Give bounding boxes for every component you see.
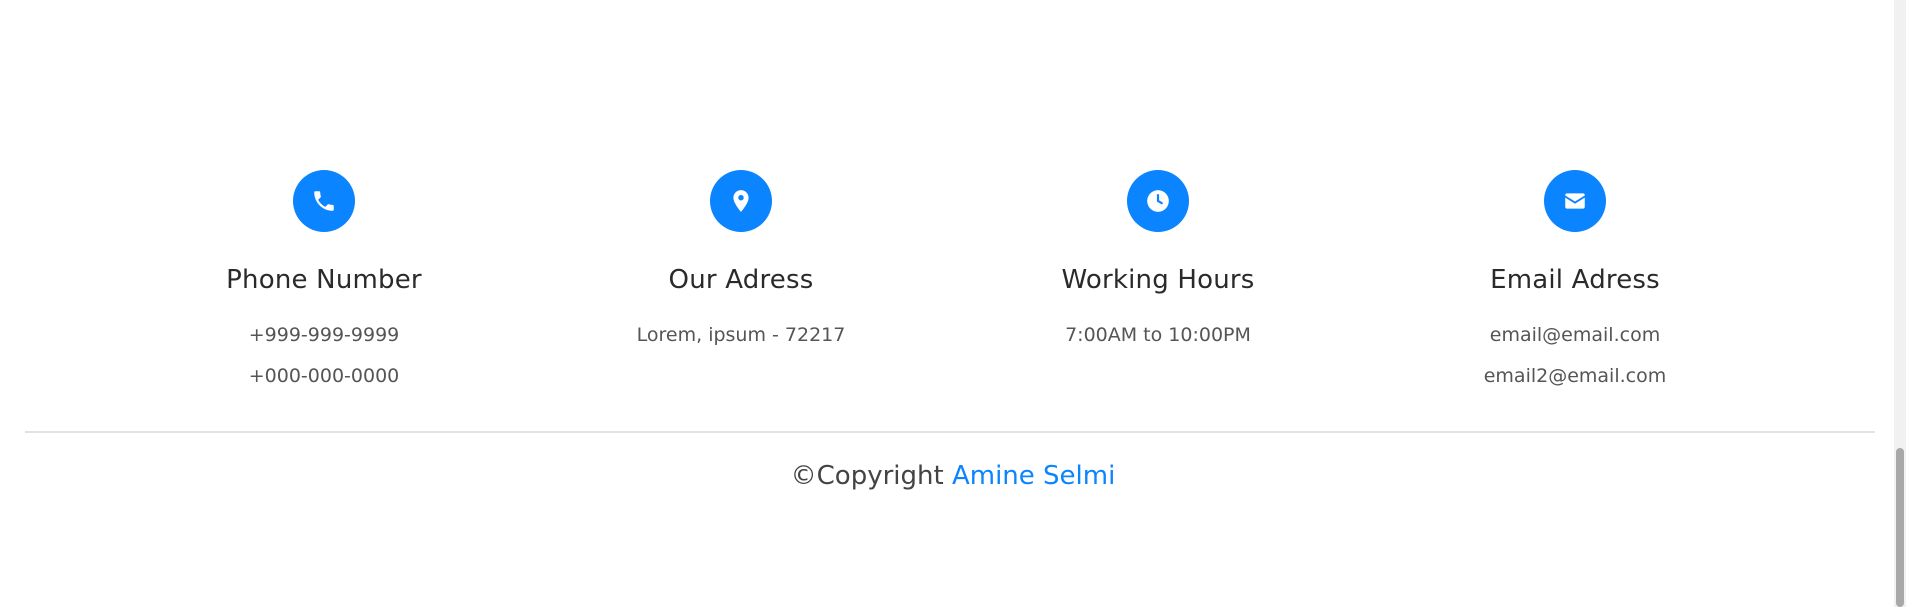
page: Phone Number +999-999-9999 +000-000-0000…: [0, 0, 1906, 607]
working-hours-line: 7:00AM to 10:00PM: [1065, 324, 1251, 346]
email-primary[interactable]: email@email.com: [1405, 315, 1745, 356]
footer-divider: [25, 431, 1875, 433]
address-line: Lorem, ipsum - 72217: [636, 324, 846, 346]
contact-address-title: Our Adress: [668, 265, 814, 295]
vertical-scrollbar[interactable]: [1894, 0, 1906, 607]
contact-address: Our Adress Lorem, ipsum - 72217: [571, 170, 911, 356]
phone-number-secondary: +000-000-0000: [248, 365, 400, 387]
contact-email-title: Email Adress: [1490, 265, 1660, 295]
phone-icon: [293, 170, 355, 232]
copyright-prefix: ©Copyright: [790, 461, 944, 491]
phone-number-primary: +999-999-9999: [248, 324, 400, 346]
copyright-text: ©Copyright Amine Selmi: [0, 458, 1906, 494]
envelope-icon: [1544, 170, 1606, 232]
email-secondary[interactable]: email2@email.com: [1405, 356, 1745, 397]
contact-phone-title: Phone Number: [226, 265, 422, 295]
contact-phone: Phone Number +999-999-9999 +000-000-0000: [154, 170, 494, 397]
contact-email: Email Adress email@email.com email2@emai…: [1405, 170, 1745, 397]
map-pin-icon: [710, 170, 772, 232]
clock-icon: [1127, 170, 1189, 232]
contact-info-section: Phone Number +999-999-9999 +000-000-0000…: [25, 0, 1875, 430]
author-link[interactable]: Amine Selmi: [952, 461, 1115, 491]
scrollbar-thumb[interactable]: [1896, 448, 1904, 607]
contact-hours: Working Hours 7:00AM to 10:00PM: [988, 170, 1328, 356]
contact-hours-title: Working Hours: [1061, 265, 1255, 295]
